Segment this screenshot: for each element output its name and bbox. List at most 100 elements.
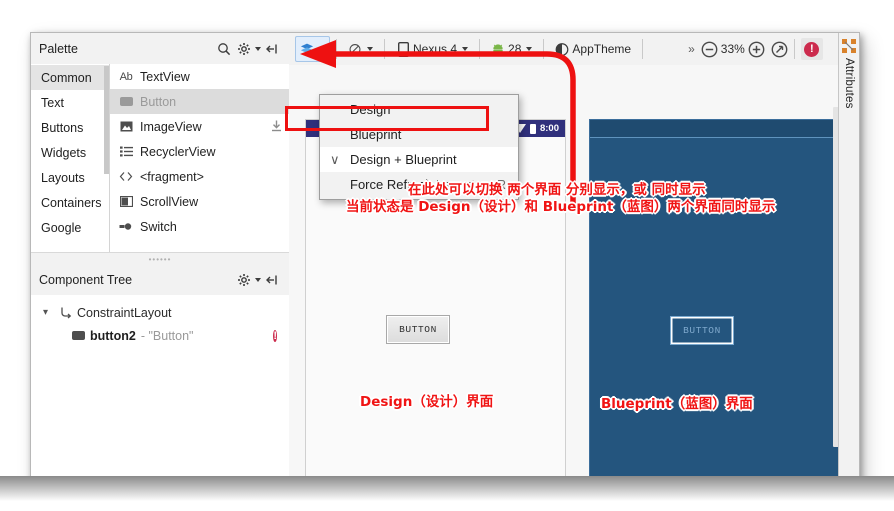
toolbar-overflow-button[interactable]: » (685, 42, 697, 56)
component-tree-body: ▾ ConstraintLayout button2 - "Button" ! (31, 295, 289, 483)
chevron-down-icon[interactable] (462, 47, 469, 51)
text-icon: Ab (119, 70, 133, 83)
list-icon (119, 145, 133, 159)
palette-item-label: Switch (140, 219, 177, 234)
chevron-down-icon[interactable] (367, 47, 373, 51)
editor-toolbar: Nexus 4 28 AppTheme » 33% ! (289, 33, 859, 66)
palette-category-list: Common Text Buttons Widgets Layouts Cont… (31, 64, 110, 252)
palette-panel: Palette Common Text Buttons Widgets Layo… (31, 33, 290, 252)
palette-category-common[interactable]: Common (31, 65, 109, 90)
error-badge-icon[interactable]: ! (273, 328, 277, 344)
palette-item-label: TextView (140, 69, 190, 84)
attributes-panel-strip[interactable]: Attributes (838, 33, 859, 483)
palette-item-button[interactable]: Button (110, 89, 289, 114)
menu-item-label: Design + Blueprint (350, 152, 457, 167)
api-level-label: 28 (508, 42, 522, 56)
theme-selector[interactable]: AppTheme (550, 36, 636, 62)
button-icon (119, 95, 133, 109)
tree-node-constraintlayout[interactable]: ▾ ConstraintLayout (31, 301, 289, 324)
toolbar-separator (479, 39, 481, 59)
chevron-down-icon[interactable] (526, 47, 533, 51)
zoom-out-icon[interactable] (701, 40, 718, 58)
tree-node-button2[interactable]: button2 - "Button" ! (31, 324, 289, 347)
blueprint-preview-pane[interactable]: BUTTON (589, 119, 850, 483)
screenshot-bottom-fade (0, 476, 894, 511)
search-icon[interactable] (215, 40, 233, 58)
tree-node-label: ConstraintLayout (77, 305, 172, 320)
zoom-in-icon[interactable] (748, 40, 765, 58)
blueprint-button-widget[interactable]: BUTTON (670, 316, 734, 345)
collapse-icon[interactable] (263, 40, 281, 58)
theme-label: AppTheme (572, 42, 632, 56)
design-button-widget[interactable]: BUTTON (386, 315, 450, 344)
palette-item-list: Ab TextView Button ImageView RecyclerVie… (110, 64, 289, 252)
screenshot-root: Palette Common Text Buttons Widgets Layo… (0, 0, 894, 511)
menu-highlight-box (285, 106, 489, 131)
code-icon (119, 170, 133, 184)
splitter-grip-icon: •••••• (148, 254, 172, 264)
toolbar-separator (642, 39, 644, 59)
chevron-down-icon[interactable]: ▾ (43, 307, 53, 318)
palette-item-fragment[interactable]: <fragment> (110, 164, 289, 189)
component-tree-header: Component Tree (31, 264, 289, 296)
palette-body: Common Text Buttons Widgets Layouts Cont… (31, 64, 289, 252)
category-label: Layouts (41, 170, 85, 185)
palette-item-scrollview[interactable]: ScrollView (110, 189, 289, 214)
component-tree-panel: Component Tree ▾ ConstraintLayout button… (31, 264, 290, 483)
expand-icon[interactable] (842, 39, 856, 53)
layers-icon (300, 42, 314, 56)
palette-item-label: <fragment> (140, 169, 204, 184)
palette-item-textview[interactable]: Ab TextView (110, 64, 289, 89)
tree-node-label: button2 (90, 328, 136, 343)
category-label: Text (41, 95, 64, 110)
toolbar-error-button[interactable]: ! (800, 38, 823, 60)
collapse-icon[interactable] (263, 271, 281, 289)
palette-category-widgets[interactable]: Widgets (31, 140, 109, 165)
palette-item-imageview[interactable]: ImageView (110, 114, 289, 139)
category-label: Widgets (41, 145, 87, 160)
palette-title: Palette (39, 41, 78, 56)
palette-item-switch[interactable]: Switch (110, 214, 289, 239)
device-selector[interactable]: Nexus 4 (391, 36, 473, 62)
palette-category-buttons[interactable]: Buttons (31, 115, 109, 140)
layout-mode-button[interactable] (295, 36, 330, 62)
check-icon: ∨ (330, 151, 340, 167)
menu-item-design-blueprint[interactable]: ∨ Design + Blueprint (320, 147, 518, 172)
palette-item-recyclerview[interactable]: RecyclerView (110, 139, 289, 164)
download-icon[interactable] (271, 120, 282, 135)
error-dot: ! (273, 329, 277, 342)
orientation-icon (348, 42, 362, 56)
ide-editor-window: Palette Common Text Buttons Widgets Layo… (30, 32, 860, 484)
annotation-line-2: 当前状态是 Design（设计）和 Blueprint（蓝图）两个界面同时显示 (346, 199, 776, 215)
attributes-label: Attributes (843, 58, 855, 109)
device-label: Nexus 4 (413, 42, 458, 56)
palette-category-text[interactable]: Text (31, 90, 109, 115)
zoom-level-label: 33% (720, 42, 745, 56)
button-icon (71, 329, 85, 343)
palette-item-label: ImageView (140, 119, 202, 134)
palette-item-label: RecyclerView (140, 144, 216, 159)
status-clock: 8:00 (539, 123, 559, 134)
palette-category-scrollbar[interactable] (104, 66, 109, 174)
gear-icon[interactable] (235, 271, 253, 289)
api-level-selector[interactable]: 28 (486, 36, 537, 62)
toolbar-separator (543, 39, 545, 59)
blueprint-status-bar (590, 120, 849, 137)
toolbar-separator (336, 39, 337, 59)
palette-gear-caret-icon[interactable] (255, 46, 261, 51)
category-label: Buttons (41, 120, 84, 135)
tree-node-value: - "Button" (140, 328, 194, 343)
zoom-fit-icon[interactable] (771, 40, 788, 58)
chevron-down-icon[interactable] (319, 47, 325, 51)
category-label: Containers (41, 195, 102, 210)
switch-icon (119, 220, 133, 234)
palette-category-layouts[interactable]: Layouts (31, 165, 109, 190)
palette-category-google[interactable]: Google (31, 215, 109, 240)
gear-icon[interactable] (235, 40, 253, 58)
annotation-design-label: Design（设计）界面 (360, 394, 494, 410)
palette-category-containers[interactable]: Containers (31, 190, 109, 215)
orientation-button[interactable] (343, 36, 378, 62)
tree-gear-caret-icon[interactable] (255, 277, 261, 282)
annotation-blueprint-label: Blueprint（蓝图）界面 (601, 396, 753, 412)
android-icon (491, 42, 505, 56)
